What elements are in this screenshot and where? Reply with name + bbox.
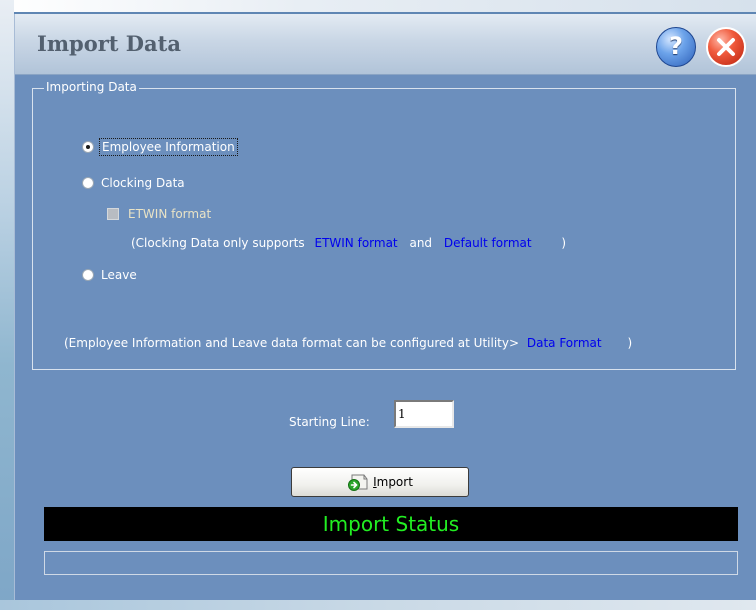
desktop-background-left [0,0,14,610]
note-suffix: ) [561,236,567,250]
note-prefix: (Clocking Data only supports [131,236,305,250]
radio-clocking-data[interactable]: Clocking Data [82,176,185,190]
starting-line-label: Starting Line: [289,415,370,429]
default-format-link[interactable]: Default format [444,236,532,250]
data-format-link[interactable]: Data Format [527,336,602,350]
radio-button[interactable] [82,177,94,189]
radio-label-employee: Employee Information [99,138,238,156]
etwin-format-link[interactable]: ETWIN format [314,236,397,250]
radio-employee-information[interactable]: Employee Information [82,138,238,156]
radio-button[interactable] [82,269,94,281]
import-button[interactable]: Import [291,467,469,497]
title-bar: Import Data ? [15,14,756,75]
radio-label-leave: Leave [101,268,137,282]
help-button[interactable]: ? [656,27,696,67]
import-icon [348,474,368,491]
help-icon: ? [669,32,683,60]
radio-label-clocking: Clocking Data [101,176,185,190]
importing-data-group [32,88,736,370]
import-status-bar: Import Status [44,507,738,541]
close-icon [717,38,735,56]
dialog-title: Import Data [37,31,181,56]
group-label: Importing Data [44,80,139,94]
clocking-support-note: (Clocking Data only supports ETWIN forma… [131,236,566,250]
note-and: and [409,236,433,250]
close-button[interactable] [706,27,746,67]
starting-line-input[interactable] [394,400,454,428]
desktop-background-bottom [0,600,756,610]
config-note-suffix: ) [627,336,633,350]
etwin-format-checkbox[interactable]: ETWIN format [107,207,211,221]
desktop-background-top [0,0,756,12]
import-label-rest: mport [376,475,413,489]
import-button-label: Import [373,475,413,489]
checkbox-box[interactable] [107,208,119,220]
etwin-checkbox-label: ETWIN format [128,207,212,221]
radio-leave[interactable]: Leave [82,268,137,282]
data-format-note: (Employee Information and Leave data for… [64,336,632,350]
config-note-prefix: (Employee Information and Leave data for… [64,336,520,350]
radio-button-selected[interactable] [82,141,94,153]
import-progress-bar [44,551,738,575]
